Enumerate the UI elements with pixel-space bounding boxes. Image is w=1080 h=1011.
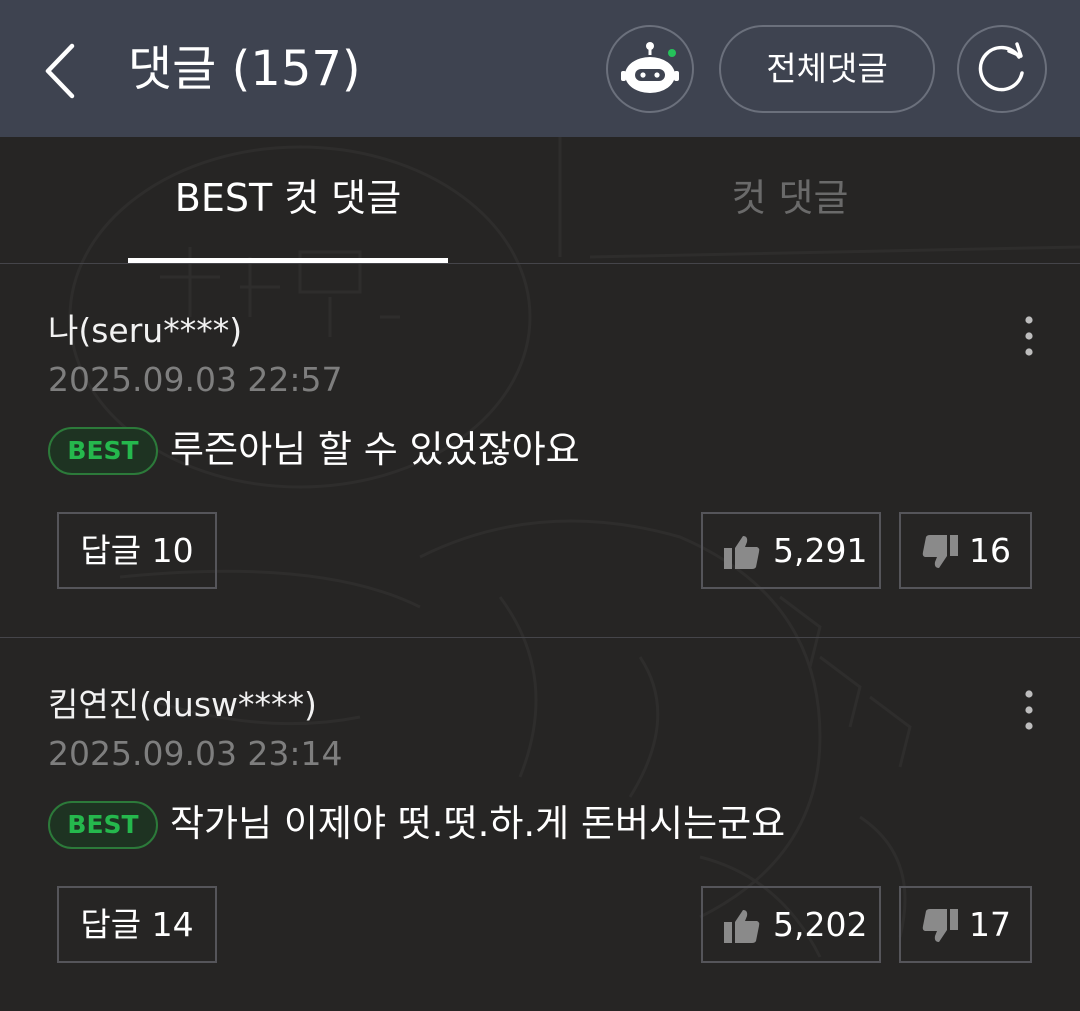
comment-item: 나(seru****) 2025.09.03 22:57 BEST 루즌아님 할… bbox=[0, 263, 1080, 638]
tab-cut-comments[interactable]: 컷 댓글 bbox=[640, 137, 940, 263]
thumbs-down-icon bbox=[922, 909, 958, 942]
best-badge: BEST bbox=[48, 427, 158, 475]
top-bar: 댓글 (157) 전체댓글 bbox=[0, 0, 1080, 137]
reply-button[interactable]: 답글 10 bbox=[57, 512, 217, 589]
refresh-button[interactable] bbox=[957, 25, 1047, 113]
dislike-button[interactable]: 17 bbox=[899, 886, 1032, 963]
comment-date: 2025.09.03 22:57 bbox=[48, 360, 343, 399]
comment-text: 작가님 이제야 떳.떳.하.게 돈버시는군요 bbox=[170, 802, 786, 845]
comment-date: 2025.09.03 23:14 bbox=[48, 734, 343, 773]
like-button[interactable]: 5,291 bbox=[701, 512, 881, 589]
dislike-count: 17 bbox=[969, 905, 1011, 944]
bot-button[interactable] bbox=[606, 25, 694, 113]
like-count: 5,291 bbox=[773, 531, 868, 570]
like-button[interactable]: 5,202 bbox=[701, 886, 881, 963]
like-count: 5,202 bbox=[773, 905, 868, 944]
comment-author: 나(seru****) bbox=[48, 311, 243, 350]
dislike-button[interactable]: 16 bbox=[899, 512, 1032, 589]
more-options-button[interactable] bbox=[1012, 315, 1046, 357]
thumbs-up-icon bbox=[724, 910, 760, 943]
dislike-count: 16 bbox=[969, 531, 1011, 570]
thumbs-down-icon bbox=[922, 535, 958, 568]
comment-text: 루즌아님 할 수 있었잖아요 bbox=[170, 428, 580, 471]
comment-item: 킴연진(dusw****) 2025.09.03 23:14 BEST 작가님 … bbox=[0, 637, 1080, 1011]
refresh-icon bbox=[978, 42, 1024, 92]
more-options-button[interactable] bbox=[1012, 689, 1046, 731]
tab-best-cut-comments[interactable]: BEST 컷 댓글 bbox=[128, 137, 448, 263]
thumbs-up-icon bbox=[724, 536, 760, 569]
robot-icon bbox=[621, 42, 679, 93]
page-title: 댓글 (157) bbox=[128, 41, 361, 97]
all-comments-button[interactable]: 전체댓글 bbox=[719, 25, 935, 113]
chevron-left-icon bbox=[45, 43, 75, 99]
reply-button[interactable]: 답글 14 bbox=[57, 886, 217, 963]
more-vertical-icon bbox=[1025, 316, 1033, 356]
more-vertical-icon bbox=[1025, 690, 1033, 730]
comment-tabs: BEST 컷 댓글 컷 댓글 bbox=[0, 137, 1080, 264]
best-badge: BEST bbox=[48, 801, 158, 849]
comment-author: 킴연진(dusw****) bbox=[48, 685, 317, 724]
back-button[interactable] bbox=[36, 38, 86, 104]
